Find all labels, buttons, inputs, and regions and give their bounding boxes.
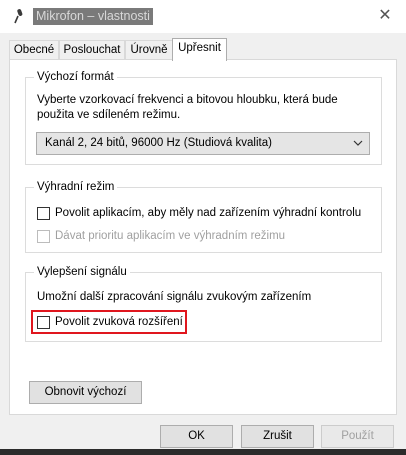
allow-exclusive-control-checkbox[interactable] — [37, 207, 50, 220]
tab-levels[interactable]: Úrovně — [125, 40, 173, 60]
sample-format-value: Kanál 2, 24 bitů, 96000 Hz (Studiová kva… — [45, 137, 272, 149]
exclusive-priority-label: Dávat prioritu aplikacím ve výhradním re… — [55, 230, 286, 242]
close-icon[interactable]: ✕ — [376, 7, 394, 25]
exclusive-priority-checkbox — [37, 230, 50, 243]
signal-enhancements-description: Umožní další zpracování signálu zvukovým… — [37, 291, 312, 303]
title-bar[interactable]: Mikrofon – vlastnosti ✕ — [0, 0, 406, 33]
microphone-icon — [12, 8, 26, 24]
apply-button: Použít — [321, 425, 394, 448]
exclusive-mode-title: Výhradní režim — [34, 180, 118, 194]
window-title: Mikrofon – vlastnosti — [33, 8, 153, 25]
chevron-down-icon — [353, 133, 363, 162]
tab-advanced[interactable]: Upřesnit — [172, 38, 227, 61]
highlight-box — [31, 310, 187, 334]
tab-listen[interactable]: Poslouchat — [59, 40, 125, 60]
sample-format-dropdown[interactable]: Kanál 2, 24 bitů, 96000 Hz (Studiová kva… — [36, 132, 370, 155]
signal-enhancements-title: Vylepšení signálu — [34, 265, 130, 279]
properties-window: Mikrofon – vlastnosti ✕ Obecné Posloucha… — [0, 0, 406, 455]
default-format-title: Výchozí formát — [34, 70, 117, 84]
background-strip — [0, 449, 406, 455]
ok-button[interactable]: OK — [160, 425, 233, 448]
tab-general[interactable]: Obecné — [9, 40, 59, 60]
restore-defaults-button[interactable]: Obnovit výchozí — [29, 381, 142, 404]
allow-exclusive-control-label: Povolit aplikacím, aby měly nad zařízení… — [55, 207, 362, 219]
cancel-button[interactable]: Zrušit — [241, 425, 314, 448]
default-format-description-line2: použita ve sdíleném režimu. — [37, 109, 181, 121]
